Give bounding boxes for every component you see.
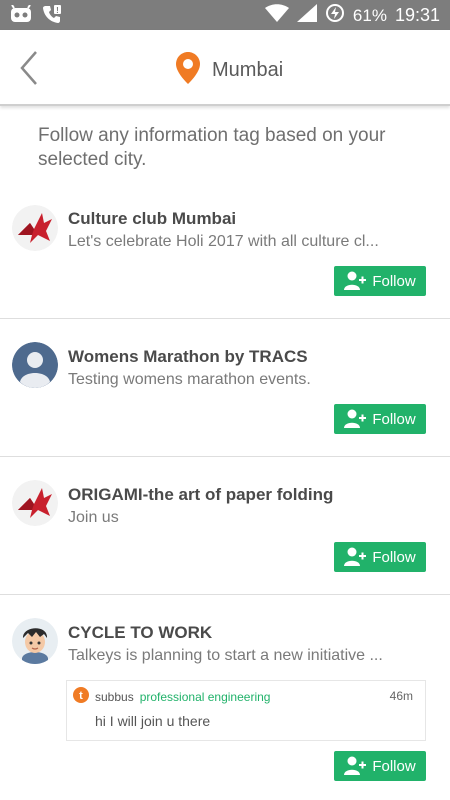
divider: [0, 594, 450, 595]
clock: 19:31: [394, 5, 440, 25]
svg-text:t: t: [79, 690, 83, 702]
default-user-avatar: [12, 342, 58, 388]
android-debug-icon: [10, 4, 32, 28]
comment-time: 46m: [389, 689, 413, 703]
tag-title[interactable]: ORIGAMI-the art of paper folding: [68, 485, 333, 505]
tag-description: Join us: [68, 509, 119, 526]
intro-text: Follow any information tag based on your…: [38, 125, 386, 170]
status-bar: ! 61% 19:31: [0, 0, 450, 30]
comment-text: hi I will join u there: [95, 713, 211, 729]
cartoon-boy-avatar: [12, 618, 58, 664]
city-name: Mumbai: [212, 59, 284, 81]
tag-description: Let's celebrate Holi 2017 with all cultu…: [68, 233, 379, 250]
follow-label: Follow: [372, 548, 416, 566]
divider: [0, 318, 450, 319]
origami-bird-avatar: [12, 205, 58, 251]
add-user-icon: [344, 409, 367, 428]
follow-button[interactable]: Follow: [334, 266, 426, 296]
follow-button[interactable]: Follow: [334, 404, 426, 434]
battery-saver-icon: [325, 3, 345, 28]
city-selector[interactable]: Mumbai: [176, 52, 283, 89]
tag-title[interactable]: Womens Marathon by TRACS: [68, 347, 308, 367]
back-button[interactable]: [14, 48, 50, 88]
tag-title[interactable]: CYCLE TO WORK: [68, 623, 212, 643]
back-arrow-icon: [20, 51, 37, 85]
location-pin-icon: [176, 52, 200, 89]
add-user-icon: [344, 271, 367, 290]
follow-label: Follow: [372, 757, 416, 775]
tag-description: Testing womens marathon events.: [68, 371, 311, 388]
comment-user-role: professional engineering: [139, 689, 271, 704]
origami-bird-avatar: [12, 480, 58, 526]
wifi-icon: [264, 4, 289, 27]
talkeys-logo-icon: t: [73, 687, 89, 706]
app-header: Mumbai: [0, 30, 450, 106]
tag-title[interactable]: Culture club Mumbai: [68, 209, 236, 229]
add-user-icon: [344, 547, 367, 566]
follow-label: Follow: [372, 272, 416, 290]
follow-label: Follow: [372, 410, 416, 428]
svg-text:!: !: [56, 6, 59, 15]
follow-button[interactable]: Follow: [334, 542, 426, 572]
latest-comment[interactable]: t subbus professional engineering 46m hi…: [66, 680, 426, 741]
call-alert-icon: !: [42, 4, 62, 29]
signal-icon: [296, 4, 317, 27]
tag-description: Talkeys is planning to start a new initi…: [68, 647, 383, 664]
divider: [0, 456, 450, 457]
comment-user[interactable]: subbus: [95, 690, 134, 704]
add-user-icon: [344, 756, 367, 775]
follow-button[interactable]: Follow: [334, 751, 426, 781]
battery-percent: 61%: [352, 5, 387, 25]
